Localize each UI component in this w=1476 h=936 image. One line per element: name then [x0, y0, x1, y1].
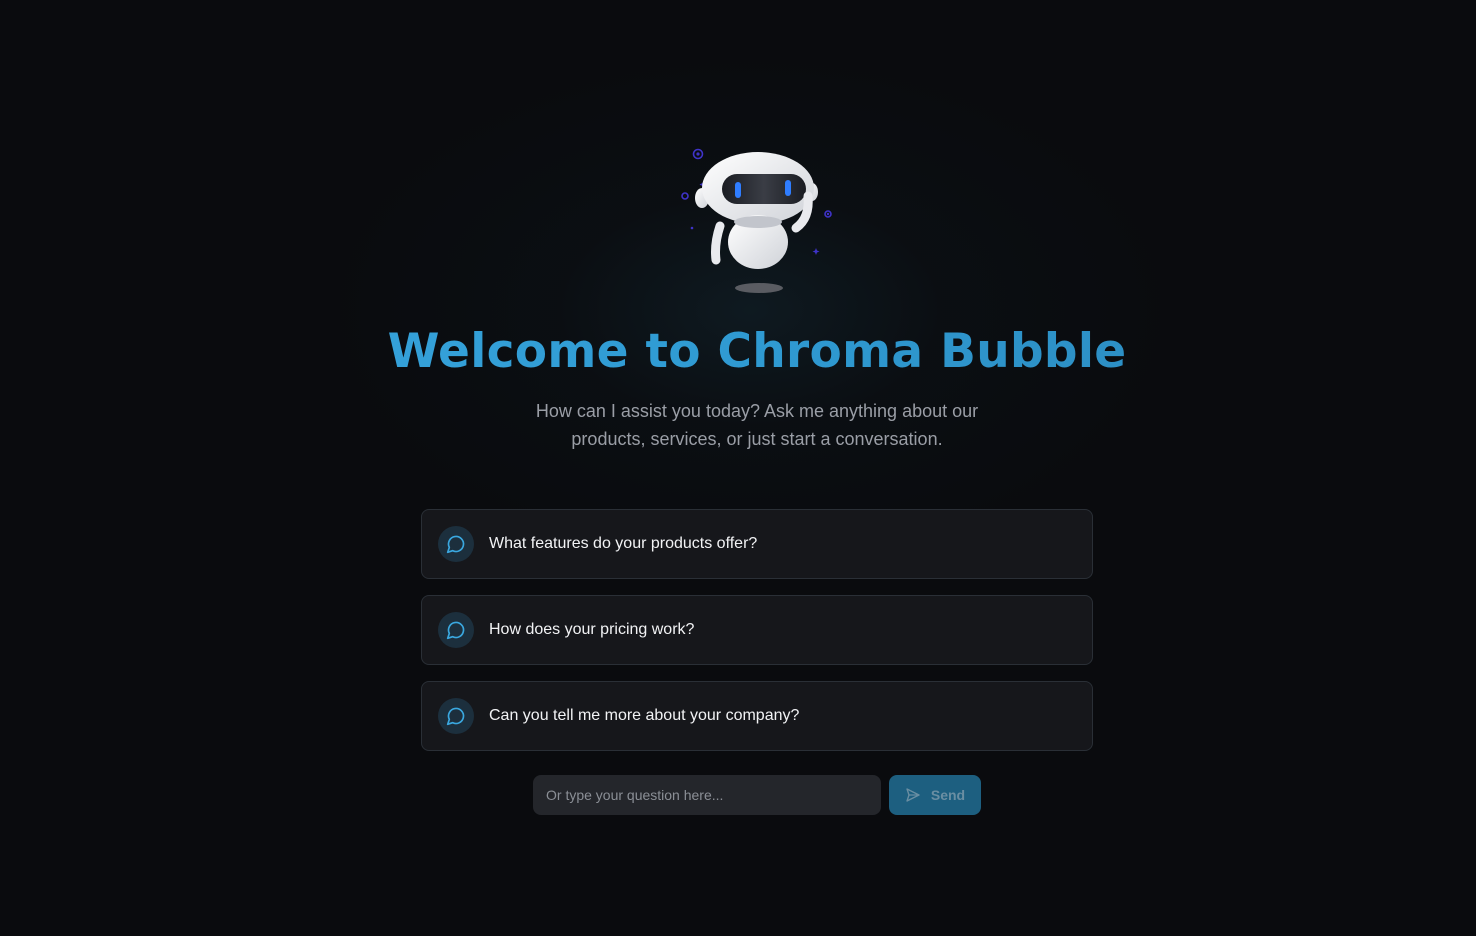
paper-plane-icon	[905, 787, 921, 803]
page-title: Welcome to Chroma Bubble	[0, 322, 1476, 382]
chat-bubble-icon	[438, 526, 474, 562]
welcome-page: Welcome to Chroma Bubble How can I assis…	[0, 0, 1476, 936]
suggestion-text: How does your pricing work?	[489, 621, 695, 638]
question-input[interactable]	[533, 775, 881, 815]
suggestion-card[interactable]: What features do your products offer?	[421, 509, 1093, 579]
chat-bubble-icon	[438, 612, 474, 648]
suggestion-text: Can you tell me more about your company?	[489, 707, 800, 724]
question-composer: Send	[533, 775, 981, 815]
page-subtitle: How can I assist you today? Ask me anyth…	[535, 401, 979, 449]
send-button-label: Send	[930, 787, 966, 803]
suggestion-card[interactable]: How does your pricing work?	[421, 595, 1093, 665]
send-button[interactable]: Send	[889, 775, 981, 815]
suggestion-card[interactable]: Can you tell me more about your company?	[421, 681, 1093, 751]
suggestion-text: What features do your products offer?	[489, 535, 758, 552]
suggestion-list: What features do your products offer? Ho…	[421, 509, 1093, 767]
chat-bubble-icon	[438, 698, 474, 734]
robot-mascot-icon	[681, 148, 832, 293]
